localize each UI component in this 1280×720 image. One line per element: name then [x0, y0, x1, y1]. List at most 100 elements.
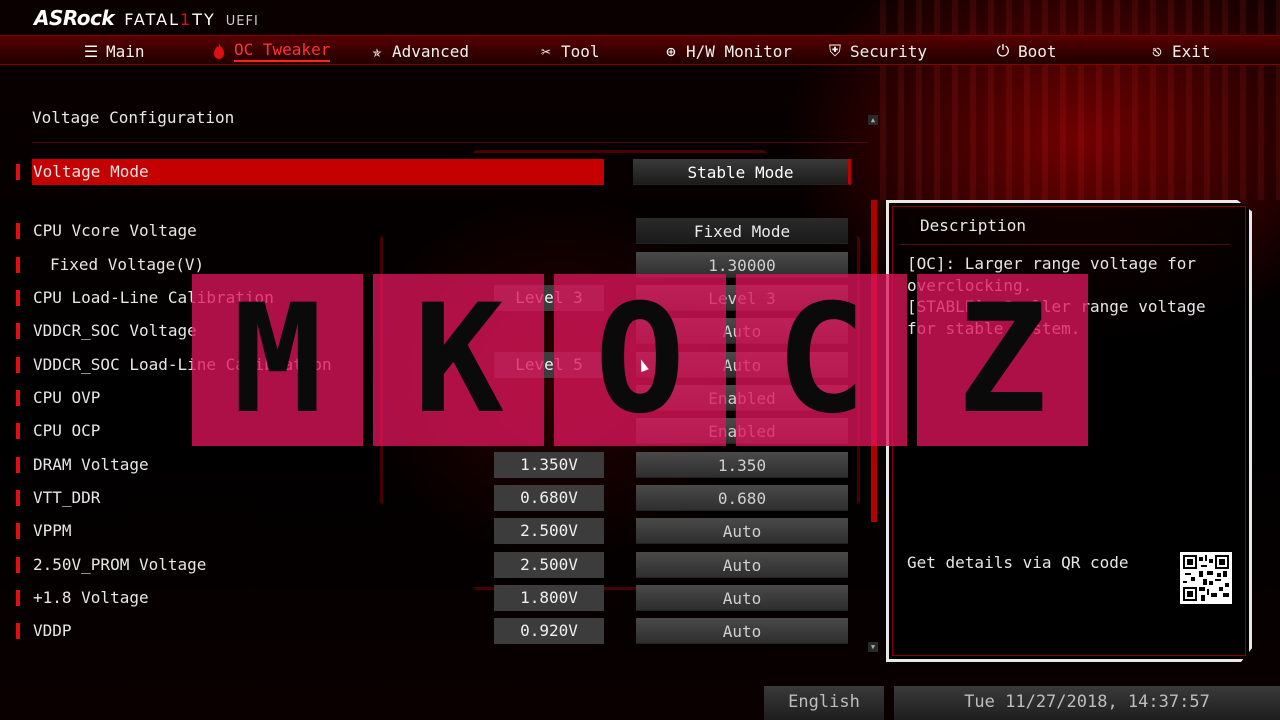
- section-divider: [32, 142, 868, 143]
- tab-hw-monitor[interactable]: ⊕ H/W Monitor: [662, 36, 792, 66]
- tab-security[interactable]: ⛨ Security: [826, 36, 927, 66]
- vtt-ddr-input[interactable]: 0.680: [636, 485, 848, 511]
- description-divider: [900, 244, 1230, 245]
- cpu-ovp-select[interactable]: Enabled: [636, 385, 848, 411]
- row-marker: [16, 357, 20, 373]
- star-icon: ✯: [372, 41, 382, 61]
- scroll-down-arrow-icon[interactable]: ▼: [868, 642, 878, 652]
- cpu-vcore-voltage-select[interactable]: Fixed Mode: [636, 218, 848, 244]
- tab-advanced-label: Advanced: [392, 41, 470, 61]
- current-value: 0.680V: [494, 485, 604, 511]
- voltage-mode-select[interactable]: Stable Mode: [633, 159, 851, 185]
- list-icon: ☰: [83, 41, 99, 61]
- row-marker: [16, 623, 20, 639]
- row-marker: [16, 223, 20, 239]
- tab-main-label: Main: [106, 41, 145, 61]
- setting-row-vtt-ddr[interactable]: VTT_DDR 0.680V 0.680: [0, 485, 870, 511]
- setting-label: Fixed Voltage(V): [50, 255, 205, 274]
- setting-row-cpu-ocp[interactable]: CPU OCP Enabled: [0, 418, 870, 444]
- vddcr-soc-llc-select[interactable]: Auto: [636, 352, 848, 378]
- row-marker: [16, 557, 20, 573]
- current-value: 1.800V: [494, 585, 604, 611]
- setting-row-cpu-llc[interactable]: CPU Load-Line Calibration Level 3 Level …: [0, 285, 870, 311]
- setting-row-prom-voltage[interactable]: 2.50V_PROM Voltage 2.500V Auto: [0, 552, 870, 578]
- row-marker: [16, 490, 20, 506]
- setting-row-vddp[interactable]: VDDP 0.920V Auto: [0, 618, 870, 644]
- exit-icon: ⎋: [1152, 41, 1162, 61]
- tab-exit-label: Exit: [1172, 41, 1211, 61]
- setting-label: VDDCR_SOC Voltage: [33, 321, 197, 340]
- setting-label: VDDP: [33, 621, 72, 640]
- current-value: 2.500V: [494, 552, 604, 578]
- setting-row-1v8-voltage[interactable]: +1.8 Voltage 1.800V Auto: [0, 585, 870, 611]
- setting-label: 2.50V_PROM Voltage: [33, 555, 207, 574]
- row-marker: [16, 457, 20, 473]
- setting-label: VDDCR_SOC Load-Line Calibration: [33, 355, 332, 374]
- row-marker: [16, 290, 20, 306]
- tab-hw-monitor-label: H/W Monitor: [686, 41, 792, 61]
- vppm-input[interactable]: Auto: [636, 518, 848, 544]
- tab-advanced[interactable]: ✯ Advanced: [368, 36, 469, 66]
- setting-label: CPU Load-Line Calibration: [33, 288, 274, 307]
- setting-row-vppm[interactable]: VPPM 2.500V Auto: [0, 518, 870, 544]
- tab-oc-tweaker[interactable]: OC Tweaker: [210, 36, 331, 66]
- top-navigation: ☰ Main OC Tweaker ✯ Advanced ✂ Tool ⊕ H/…: [0, 35, 1280, 65]
- tab-boot-label: Boot: [1018, 41, 1057, 61]
- vddp-input[interactable]: Auto: [636, 618, 848, 644]
- row-marker: [16, 390, 20, 406]
- brand-series-b: 1: [180, 10, 193, 29]
- tab-boot[interactable]: ⏻ Boot: [994, 36, 1057, 66]
- brand-series: FATAL1TY: [124, 10, 216, 29]
- current-value: Level 3: [494, 285, 604, 311]
- description-text: [OC]: Larger range voltage for overclock…: [907, 253, 1227, 339]
- brand-series-a: FATAL: [124, 10, 181, 29]
- row-marker: [16, 590, 20, 606]
- brand-name: ASRock: [34, 6, 115, 30]
- row-marker: [16, 323, 20, 339]
- setting-label: VTT_DDR: [33, 488, 101, 507]
- monitor-icon: ⊕: [666, 41, 676, 61]
- scrollbar-thumb[interactable]: [871, 200, 877, 522]
- qr-label: Get details via QR code: [907, 553, 1129, 572]
- brand-suffix: UEFI: [225, 14, 259, 29]
- setting-row-vddcr-soc-voltage[interactable]: VDDCR_SOC Voltage Auto: [0, 318, 870, 344]
- power-icon: ⏻: [996, 41, 1010, 60]
- flame-icon: [210, 42, 228, 60]
- dram-voltage-input[interactable]: 1.350: [636, 452, 848, 478]
- qr-code-icon[interactable]: [1180, 552, 1232, 604]
- row-marker: [16, 523, 20, 539]
- section-title: Voltage Configuration: [32, 108, 235, 127]
- current-value: 2.500V: [494, 518, 604, 544]
- setting-row-vddcr-soc-llc[interactable]: VDDCR_SOC Load-Line Calibration Level 5 …: [0, 352, 870, 378]
- setting-row-voltage-mode[interactable]: Voltage Mode Stable Mode: [0, 159, 870, 185]
- tab-exit[interactable]: ⎋ Exit: [1148, 36, 1211, 66]
- prom-voltage-input[interactable]: Auto: [636, 552, 848, 578]
- background-city-lights: [880, 0, 1280, 200]
- cpu-ocp-select[interactable]: Enabled: [636, 418, 848, 444]
- tab-tool-label: Tool: [561, 41, 600, 61]
- setting-row-dram-voltage[interactable]: DRAM Voltage 1.350V 1.350: [0, 452, 870, 478]
- brand-series-c: TY: [192, 10, 216, 29]
- tab-tool[interactable]: ✂ Tool: [537, 36, 600, 66]
- current-value: 0.920V: [494, 618, 604, 644]
- setting-label: DRAM Voltage: [33, 455, 149, 474]
- setting-row-fixed-voltage[interactable]: Fixed Voltage(V) 1.30000: [0, 252, 870, 278]
- row-marker: [16, 423, 20, 439]
- tab-oc-tweaker-label: OC Tweaker: [234, 40, 331, 62]
- tab-main[interactable]: ☰ Main: [82, 36, 145, 66]
- brand-logo: ASRock FATAL1TY UEFI: [34, 6, 259, 32]
- scroll-up-arrow-icon[interactable]: ▲: [868, 115, 878, 125]
- cpu-llc-select[interactable]: Level 3: [636, 285, 848, 311]
- setting-label: Voltage Mode: [33, 162, 149, 181]
- setting-row-cpu-vcore-voltage[interactable]: CPU Vcore Voltage Fixed Mode: [0, 218, 870, 244]
- setting-label: +1.8 Voltage: [33, 588, 149, 607]
- setting-label: CPU OVP: [33, 388, 101, 407]
- fixed-voltage-input[interactable]: 1.30000: [636, 252, 848, 278]
- tab-security-label: Security: [850, 41, 928, 61]
- shield-icon: ⛨: [828, 41, 841, 60]
- datetime-display: Tue 11/27/2018, 14:37:57: [894, 686, 1280, 720]
- vddcr-soc-voltage-input[interactable]: Auto: [636, 318, 848, 344]
- language-button[interactable]: English: [764, 686, 884, 720]
- setting-row-cpu-ovp[interactable]: CPU OVP Enabled: [0, 385, 870, 411]
- 1v8-voltage-input[interactable]: Auto: [636, 585, 848, 611]
